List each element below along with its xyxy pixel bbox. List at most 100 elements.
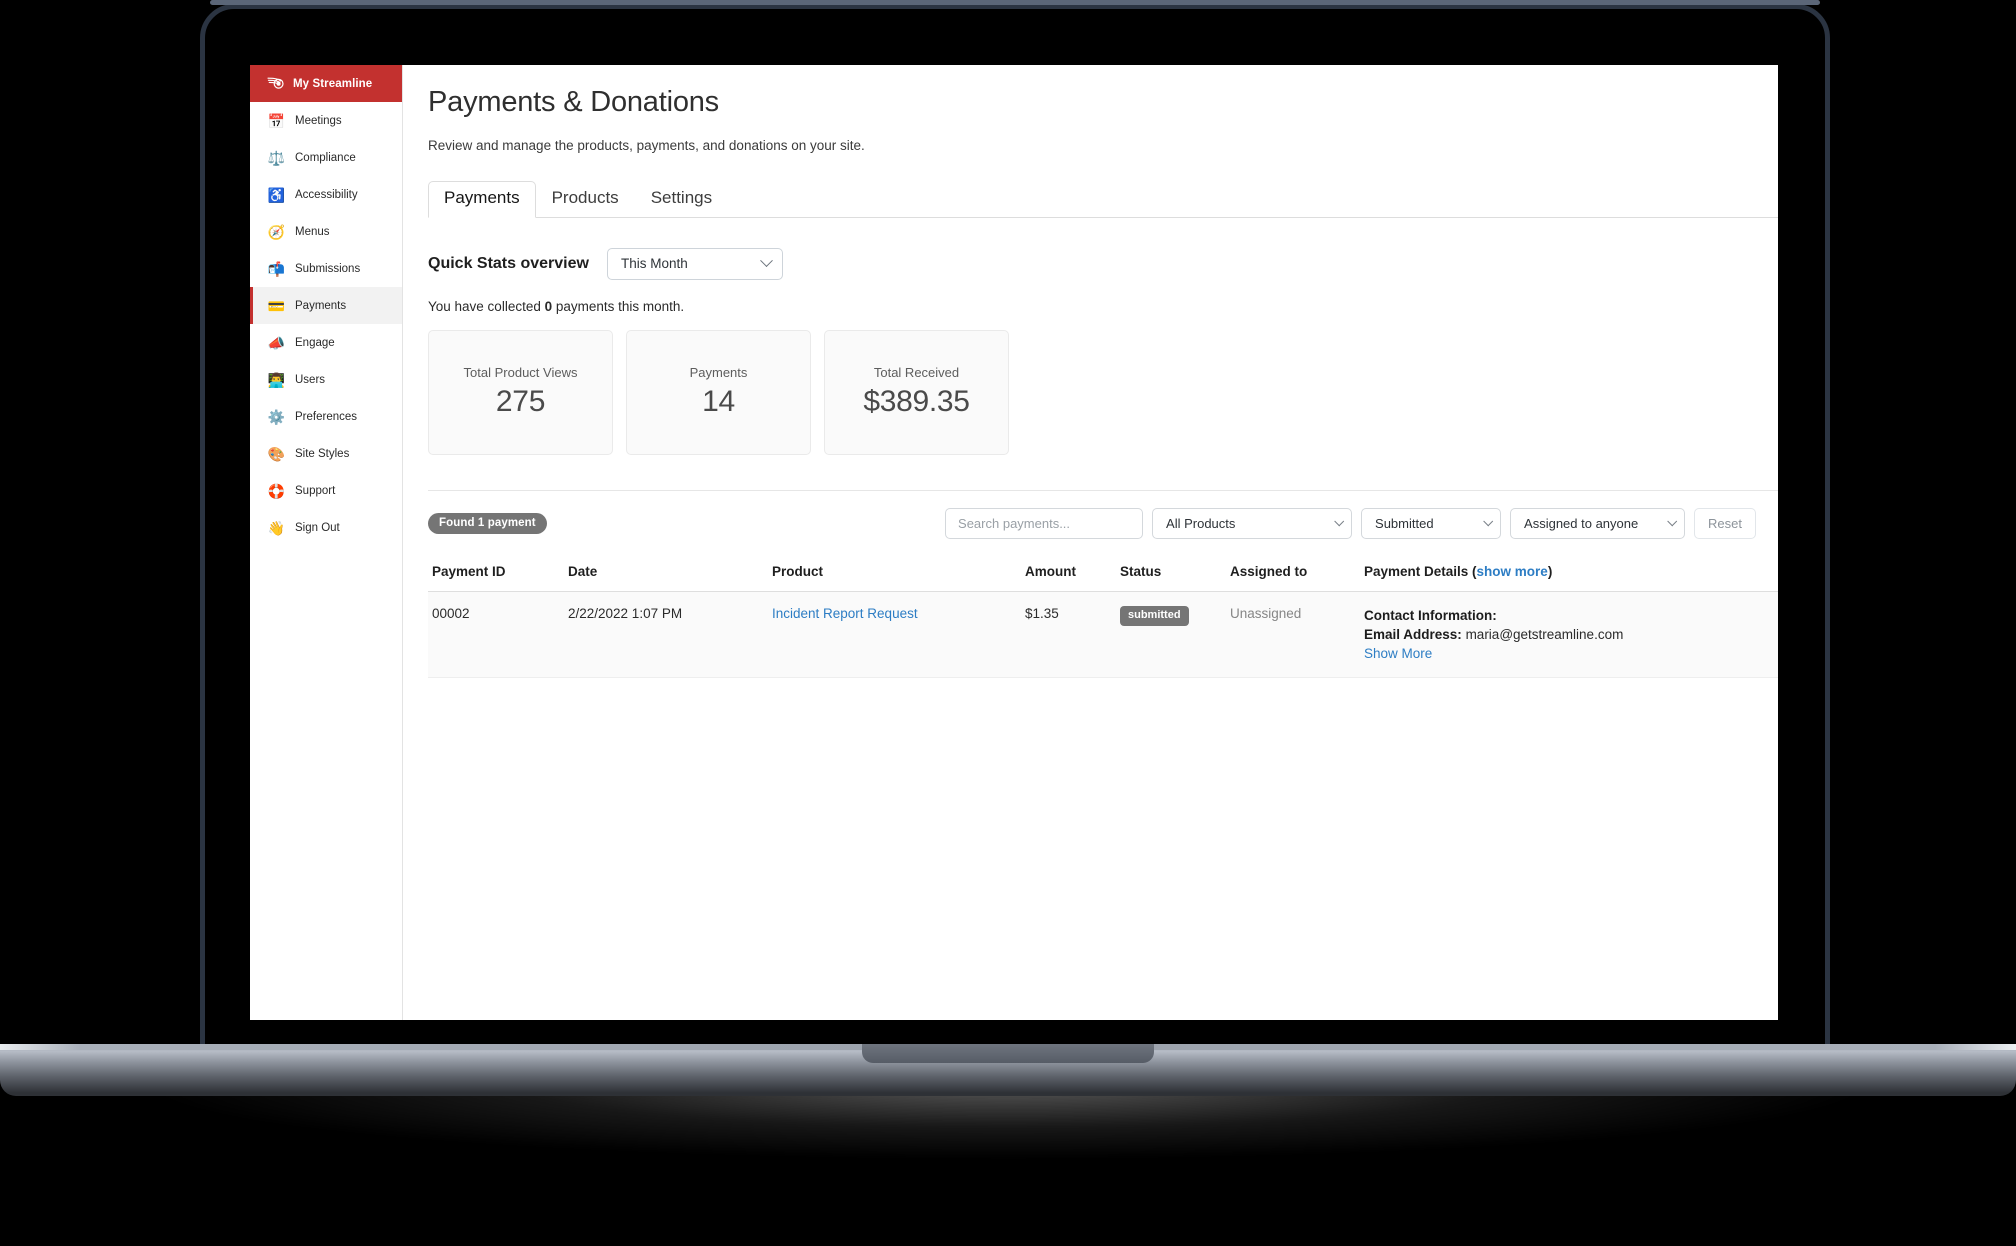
stat-card-value: 14	[702, 385, 735, 419]
sidebar-item-label: Submissions	[295, 263, 360, 275]
search-input[interactable]: Search payments...	[945, 508, 1143, 539]
stat-card: Payments 14	[626, 330, 811, 455]
tab-payments[interactable]: Payments	[428, 181, 536, 218]
search-placeholder: Search payments...	[958, 516, 1070, 531]
stat-card: Total Product Views275	[428, 330, 613, 455]
chevron-down-icon	[1667, 516, 1677, 526]
sidebar-item-label: Users	[295, 374, 325, 386]
detail-contact-heading-text: Contact Information:	[1364, 608, 1497, 623]
collected-suffix: payments this month.	[552, 299, 684, 314]
sidebar-item-label: Menus	[295, 226, 330, 238]
column-header-date: Date	[568, 564, 772, 579]
sidebar-item-label: Meetings	[295, 115, 342, 127]
sidebar-brand-label: My Streamline	[293, 78, 372, 90]
detail-email-label: Email Address:	[1364, 627, 1462, 642]
chevron-down-icon	[1334, 516, 1344, 526]
gear-icon: ⚙️	[268, 408, 285, 425]
table-body: 000022/22/2022 1:07 PMIncident Report Re…	[428, 592, 1778, 678]
stat-card-label: Total Product Views	[464, 365, 578, 380]
tab-products[interactable]: Products	[536, 181, 635, 218]
page-subtitle: Review and manage the products, payments…	[428, 138, 1778, 153]
column-header-payment-id: Payment ID	[432, 564, 568, 579]
lifebuoy-icon: 🛟	[268, 482, 285, 499]
sidebar-item-label: Payments	[295, 300, 346, 312]
filters-row: Found 1 payment Search payments... All P…	[428, 490, 1778, 539]
page-title: Payments & Donations	[428, 87, 1778, 119]
chevron-down-icon	[1483, 516, 1493, 526]
details-header-text: Payment Details (	[1364, 564, 1477, 579]
sidebar-item-label: Site Styles	[295, 448, 349, 460]
found-count-badge: Found 1 payment	[428, 513, 547, 534]
sidebar-item-label: Support	[295, 485, 335, 497]
sidebar-item-accessibility[interactable]: ♿Accessibility	[250, 176, 402, 213]
sidebar-items: 📅 Meetings ⚖️Compliance♿Accessibility 🧭 Menu…	[250, 102, 402, 546]
cell-date: 2/22/2022 1:07 PM	[568, 606, 772, 661]
cell-assigned-to: Unassigned	[1230, 606, 1364, 661]
sidebar-item-engage[interactable]: 📣 Engage	[250, 324, 402, 361]
sidebar-item-support[interactable]: 🛟 Support	[250, 472, 402, 509]
laptop-mockup: My Streamline 📅 Meetings ⚖️Compliance♿Acce…	[0, 0, 2016, 1246]
quick-stats-title: Quick Stats overview	[428, 255, 589, 273]
sidebar-item-label: Accessibility	[295, 189, 358, 201]
quick-stats-header: Quick Stats overview This Month	[428, 248, 1778, 280]
streamline-logo-icon	[267, 75, 284, 92]
sidebar: My Streamline 📅 Meetings ⚖️Compliance♿Acce…	[250, 65, 403, 1020]
sidebar-item-label: Engage	[295, 337, 335, 349]
sidebar-item-users[interactable]: 👨‍💻 Users	[250, 361, 402, 398]
detail-email-line: Email Address: maria@getstreamline.com	[1364, 625, 1778, 644]
palette-icon: 🎨	[268, 445, 285, 462]
show-more-link[interactable]: Show More	[1364, 646, 1432, 661]
cell-amount: $1.35	[1025, 606, 1120, 661]
compass-icon: 🧭	[268, 223, 285, 240]
tabs: PaymentsProductsSettings	[428, 180, 1778, 218]
product-filter-value: All Products	[1166, 516, 1235, 531]
sidebar-item-payments[interactable]: 💳 Payments	[250, 287, 402, 324]
stat-card-label: Payments	[690, 365, 748, 380]
reset-button[interactable]: Reset	[1694, 508, 1756, 539]
user-icon: 👨‍💻	[268, 371, 285, 388]
show-more-toggle[interactable]: show more	[1477, 564, 1548, 579]
chevron-down-icon	[760, 255, 773, 268]
column-header-assigned-to: Assigned to	[1230, 564, 1364, 579]
status-badge: submitted	[1120, 606, 1189, 626]
product-filter-select[interactable]: All Products	[1152, 508, 1352, 539]
cell-status: submitted	[1120, 606, 1230, 661]
sidebar-item-submissions[interactable]: 📬 Submissions	[250, 250, 402, 287]
detail-contact-heading: Contact Information:	[1364, 606, 1778, 625]
megaphone-icon: 📣	[268, 334, 285, 351]
product-link[interactable]: Incident Report Request	[772, 606, 918, 621]
sidebar-item-meetings[interactable]: 📅 Meetings	[250, 102, 402, 139]
column-header-details: Payment Details (show more)	[1364, 564, 1778, 579]
sidebar-item-sign-out[interactable]: 👋Sign Out	[250, 509, 402, 546]
calendar-icon: 📅	[268, 112, 285, 129]
laptop-base-notch	[862, 1044, 1154, 1063]
sidebar-item-label: Sign Out	[295, 522, 340, 534]
filters-controls: Search payments... All Products Submitte…	[945, 508, 1778, 539]
column-header-amount: Amount	[1025, 564, 1120, 579]
tab-settings[interactable]: Settings	[635, 181, 728, 218]
main-content: Payments & Donations Review and manage t…	[404, 65, 1778, 1020]
status-filter-select[interactable]: Submitted	[1361, 508, 1501, 539]
payments-table: Payment ID Date Product Amount Status As…	[428, 564, 1778, 678]
assigned-filter-value: Assigned to anyone	[1524, 516, 1638, 531]
mailbox-icon: 📬	[268, 260, 285, 277]
sidebar-item-site-styles[interactable]: 🎨 Site Styles	[250, 435, 402, 472]
app-viewport: My Streamline 📅 Meetings ⚖️Compliance♿Acce…	[250, 65, 1778, 1020]
column-header-status: Status	[1120, 564, 1230, 579]
sidebar-item-preferences[interactable]: ⚙️Preferences	[250, 398, 402, 435]
status-filter-value: Submitted	[1375, 516, 1434, 531]
column-header-product: Product	[772, 564, 1025, 579]
stat-card-label: Total Received	[874, 365, 959, 380]
sidebar-item-compliance[interactable]: ⚖️Compliance	[250, 139, 402, 176]
credit-card-icon: 💳	[268, 297, 285, 314]
laptop-bezel-highlight	[210, 0, 1820, 5]
assigned-filter-select[interactable]: Assigned to anyone	[1510, 508, 1685, 539]
details-header-close: )	[1548, 564, 1553, 579]
cell-payment-id: 00002	[432, 606, 568, 661]
collected-count: 0	[545, 299, 553, 314]
sidebar-brand[interactable]: My Streamline	[250, 65, 402, 102]
sidebar-item-menus[interactable]: 🧭 Menus	[250, 213, 402, 250]
period-select-value: This Month	[621, 256, 688, 271]
period-select[interactable]: This Month	[607, 248, 783, 280]
stat-card: Total Received$389.35	[824, 330, 1009, 455]
